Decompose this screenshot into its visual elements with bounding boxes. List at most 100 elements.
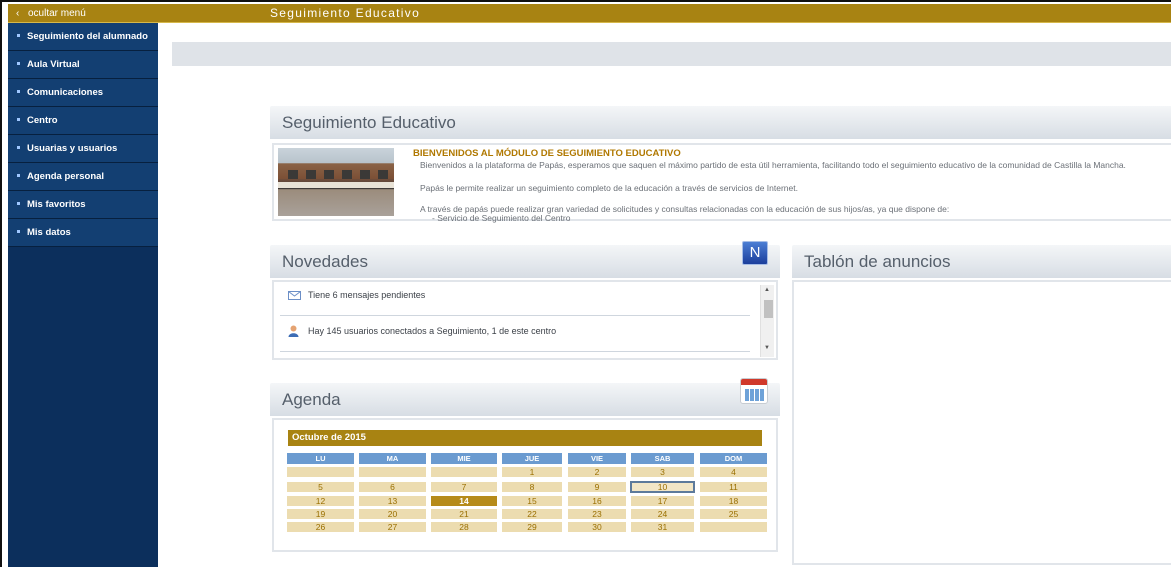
calendar-day-cell[interactable]: 18	[700, 496, 767, 506]
calendar-month-title: Octubre de 2015	[288, 430, 762, 446]
calendar-day-cell[interactable]: 3	[631, 467, 694, 477]
agenda-panel: Octubre de 2015 LU MA MIE JUE VIE SAB DOM 1 2 3 4 5…	[272, 418, 778, 552]
calendar-day-cell[interactable]: 9	[568, 482, 626, 492]
sidebar-item-label: Usuarias y usuarios	[27, 143, 118, 154]
sidebar-item-favoritos[interactable]: Mis favoritos	[8, 191, 158, 219]
bullet-icon	[17, 117, 20, 121]
calendar-day-cell[interactable]: 4	[700, 467, 767, 477]
calendar-day-cell[interactable]: 2	[568, 467, 626, 477]
news-separator	[280, 315, 750, 316]
hide-menu-button[interactable]: ‹ ocultar menú	[8, 4, 158, 23]
users-connected-text: Hay 145 usuarios conectados a Seguimient…	[308, 326, 557, 336]
calendar-day-cell[interactable]: 30	[568, 522, 626, 532]
chevron-left-icon: ‹	[16, 8, 20, 19]
bullet-icon	[17, 33, 20, 37]
calendar-day-cell[interactable]: 27	[359, 522, 426, 532]
calendar-day-header: MA	[359, 453, 426, 464]
sidebar-item-aula-virtual[interactable]: Aula Virtual	[8, 51, 158, 79]
calendar-day-cell	[287, 467, 354, 477]
school-photo	[278, 148, 394, 216]
calendar-day-cell[interactable]: 29	[502, 522, 562, 532]
calendar-day-cell[interactable]: 7	[431, 482, 497, 492]
sidebar-item-label: Mis datos	[27, 227, 71, 238]
tablon-panel	[792, 280, 1171, 565]
calendar-day-cell[interactable]: 24	[631, 509, 694, 519]
sidebar-item-usuarios[interactable]: Usuarias y usuarios	[8, 135, 158, 163]
bullet-icon	[17, 173, 20, 177]
calendar-day-cell	[431, 467, 497, 477]
sidebar-item-label: Seguimiento del alumnado	[27, 31, 148, 42]
calendar-day-cell[interactable]: 23	[568, 509, 626, 519]
calendar-day-cell[interactable]: 26	[287, 522, 354, 532]
messages-pending-text[interactable]: Tiene 6 mensajes pendientes	[308, 290, 425, 300]
bullet-icon	[17, 61, 20, 65]
bullet-icon	[17, 89, 20, 93]
novedades-panel: Tiene 6 mensajes pendientes Hay 145 usua…	[272, 280, 778, 360]
sidebar-item-label: Aula Virtual	[27, 59, 80, 70]
calendar-day-cell[interactable]: 15	[502, 496, 562, 506]
sidebar: Seguimiento del alumnado Aula Virtual Co…	[8, 23, 158, 567]
calendar-day-cell[interactable]: 5	[287, 482, 354, 492]
sidebar-item-centro[interactable]: Centro	[8, 107, 158, 135]
welcome-paragraph-1: Bienvenidos a la plataforma de Papás, es…	[420, 160, 1126, 170]
news-separator	[280, 351, 750, 352]
sidebar-item-seguimiento[interactable]: Seguimiento del alumnado	[8, 23, 158, 51]
scroll-thumb[interactable]	[764, 300, 773, 318]
calendar-day-cell[interactable]: 11	[700, 482, 767, 492]
tablon-title: Tablón de anuncios	[792, 245, 1171, 278]
calendar-day-cell	[359, 467, 426, 477]
welcome-panel-title: Seguimiento Educativo	[270, 106, 1171, 139]
top-bar: ‹ ocultar menú Seguimiento Educativo	[8, 4, 1171, 23]
welcome-panel: BIENVENIDOS AL MÓDULO DE SEGUIMIENTO EDU…	[272, 143, 1171, 223]
app-title: Seguimiento Educativo	[270, 6, 421, 20]
content-header-strip	[158, 42, 1171, 66]
calendar-day-cell[interactable]: 10	[630, 481, 695, 493]
mail-icon	[288, 291, 301, 300]
calendar-icon[interactable]	[740, 378, 768, 404]
calendar-day-cell[interactable]: 17	[631, 496, 694, 506]
bullet-icon	[17, 145, 20, 149]
bullet-icon	[17, 201, 20, 205]
sidebar-item-label: Comunicaciones	[27, 87, 104, 98]
calendar-day-cell[interactable]: 12	[287, 496, 354, 506]
calendar-day-header: DOM	[700, 453, 767, 464]
novedades-n-icon: N	[742, 241, 768, 265]
calendar-day-cell	[700, 522, 767, 532]
bullet-icon	[17, 229, 20, 233]
calendar-day-cell[interactable]: 1	[502, 467, 562, 477]
sidebar-item-comunicaciones[interactable]: Comunicaciones	[8, 79, 158, 107]
calendar-day-cell[interactable]: 25	[700, 509, 767, 519]
calendar-day-header: VIE	[568, 453, 626, 464]
strip-notch	[158, 42, 172, 66]
sidebar-item-label: Agenda personal	[27, 171, 105, 182]
scroll-up-icon[interactable]: ▲	[764, 287, 770, 293]
sidebar-item-label: Mis favoritos	[27, 199, 86, 210]
calendar-day-cell[interactable]: 8	[502, 482, 562, 492]
calendar-day-cell[interactable]: 21	[431, 509, 497, 519]
calendar-day-cell[interactable]: 6	[359, 482, 426, 492]
sidebar-item-mis-datos[interactable]: Mis datos	[8, 219, 158, 247]
calendar-day-cell[interactable]: 14	[431, 496, 497, 506]
scroll-down-icon[interactable]: ▼	[764, 345, 770, 351]
novedades-title: Novedades	[270, 245, 780, 278]
calendar-day-cell[interactable]: 16	[568, 496, 626, 506]
sidebar-item-label: Centro	[27, 115, 58, 126]
calendar-day-cell[interactable]: 28	[431, 522, 497, 532]
novedades-scrollbar[interactable]: ▲ ▼	[760, 285, 774, 357]
calendar-day-header: LU	[287, 453, 354, 464]
welcome-heading: BIENVENIDOS AL MÓDULO DE SEGUIMIENTO EDU…	[413, 148, 681, 159]
welcome-paragraph-4: - Servicio de Seguimiento del Centro	[432, 213, 571, 223]
calendar-day-cell[interactable]: 19	[287, 509, 354, 519]
calendar-day-cell[interactable]: 31	[631, 522, 694, 532]
calendar-day-cell[interactable]: 13	[359, 496, 426, 506]
app-frame: ‹ ocultar menú Seguimiento Educativo Segu…	[0, 0, 1171, 567]
calendar-day-cell[interactable]: 20	[359, 509, 426, 519]
agenda-title: Agenda	[270, 383, 780, 416]
sidebar-item-agenda[interactable]: Agenda personal	[8, 163, 158, 191]
calendar-day-header: SAB	[631, 453, 694, 464]
calendar-day-header: MIE	[431, 453, 497, 464]
user-icon	[288, 325, 299, 337]
welcome-paragraph-2: Papás le permite realizar un seguimiento…	[420, 183, 798, 193]
calendar-day-cell[interactable]: 22	[502, 509, 562, 519]
hide-menu-label: ocultar menú	[28, 8, 86, 19]
